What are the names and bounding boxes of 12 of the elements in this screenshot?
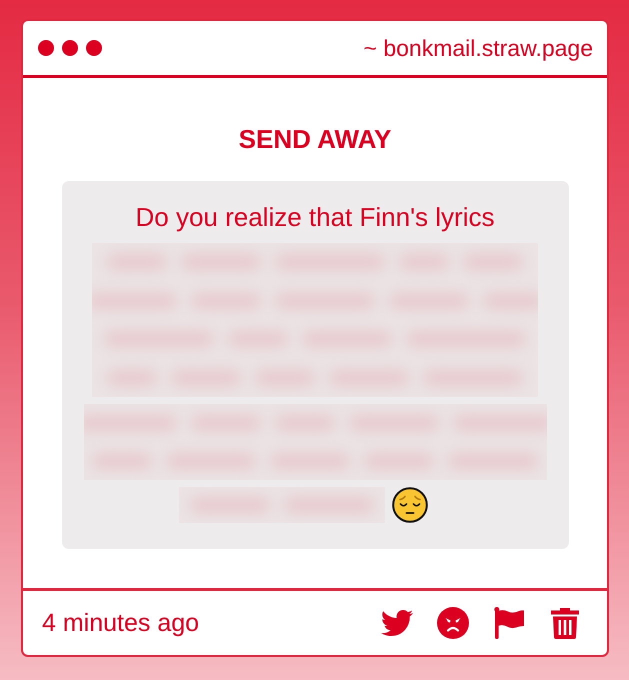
window-dot-icon [62,40,78,56]
heading: SEND AWAY [238,124,392,154]
window-dot-icon [38,40,54,56]
url-text: ~ bonkmail.straw.page [364,34,593,62]
pensive-face-icon [392,487,428,523]
trash-icon[interactable] [549,607,581,639]
message-text: Do you realize that Finn's lyrics [136,201,494,233]
timestamp: 4 minutes ago [42,608,200,638]
window-dot-icon [86,40,102,56]
flag-icon[interactable] [493,607,525,639]
angry-face-icon[interactable] [437,607,469,639]
bird-icon[interactable] [381,607,413,639]
